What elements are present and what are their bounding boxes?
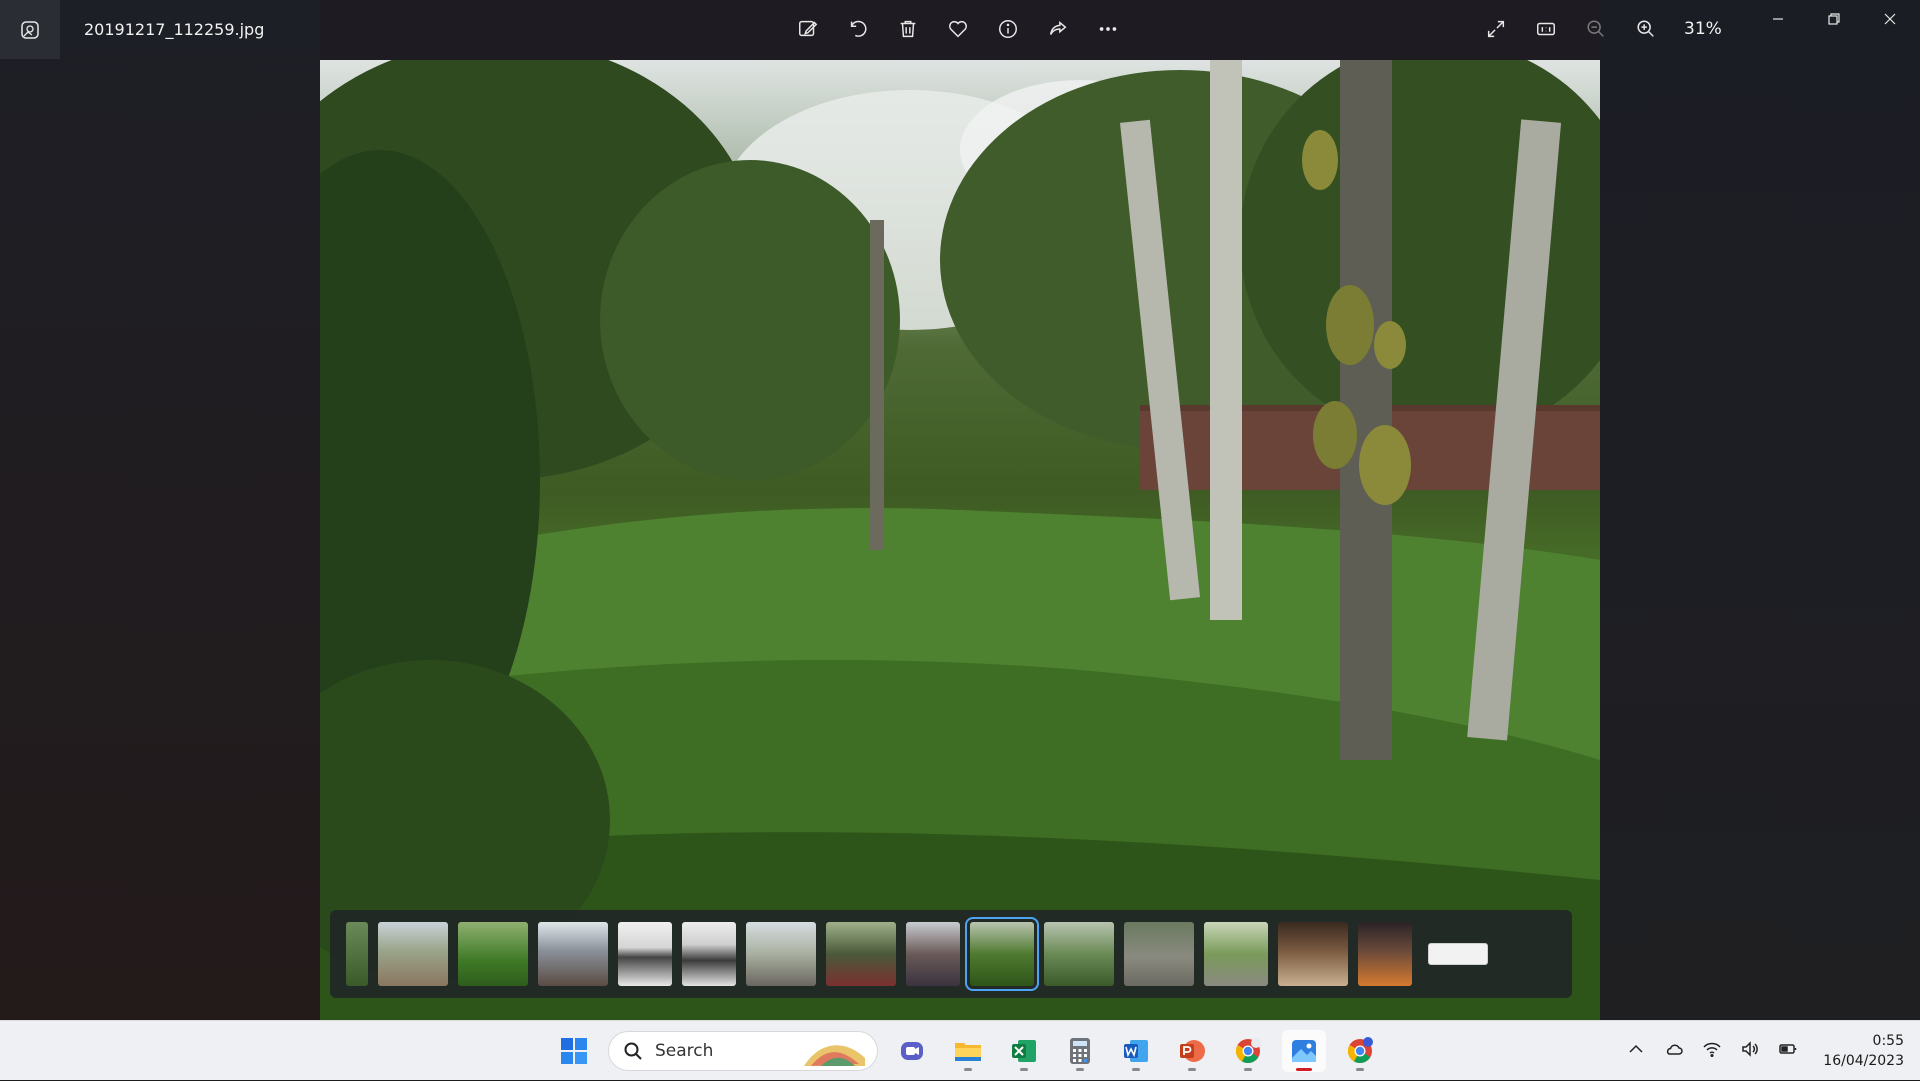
running-indicator	[1188, 1068, 1196, 1071]
viewer-toolbar	[790, 10, 1126, 48]
thumbnail[interactable]	[1124, 922, 1194, 986]
photos-app-window: 20191217_112259.jpg 31%	[0, 0, 1920, 1020]
viewer-background-left	[0, 0, 320, 1020]
fullscreen-icon[interactable]	[1478, 10, 1514, 48]
zoom-level-label[interactable]: 31%	[1684, 19, 1722, 39]
wifi-icon[interactable]	[1702, 1039, 1722, 1063]
thumbnail[interactable]	[826, 922, 896, 986]
taskbar: Search 0:55 16/04/2023	[0, 1020, 1920, 1080]
excel-icon[interactable]	[1002, 1030, 1046, 1072]
thumbnail[interactable]	[906, 922, 960, 986]
file-name-title: 20191217_112259.jpg	[84, 20, 265, 39]
title-bar: 20191217_112259.jpg 31%	[0, 0, 1920, 59]
zoom-tools: 31%	[1478, 10, 1722, 48]
system-tray	[1626, 1021, 1798, 1081]
thumbnail[interactable]	[618, 922, 672, 986]
running-indicator	[1076, 1068, 1084, 1071]
delete-icon[interactable]	[890, 10, 926, 48]
taskbar-clock[interactable]: 0:55 16/04/2023	[1800, 1031, 1904, 1071]
thumbnail[interactable]	[378, 922, 448, 986]
edit-image-icon[interactable]	[790, 10, 826, 48]
running-indicator	[1356, 1068, 1364, 1071]
chrome-profile-icon[interactable]	[1338, 1030, 1382, 1072]
minimize-icon[interactable]	[1750, 0, 1806, 38]
running-indicator	[1244, 1068, 1252, 1071]
active-app-indicator	[1296, 1068, 1312, 1071]
taskbar-center: Search	[552, 1030, 1382, 1072]
running-indicator	[964, 1068, 972, 1071]
thumbnail[interactable]	[682, 922, 736, 986]
viewer-background-right	[1600, 0, 1920, 1020]
calculator-icon[interactable]	[1058, 1030, 1102, 1072]
thumbnail[interactable]	[458, 922, 528, 986]
thumbnail[interactable]	[1358, 922, 1412, 986]
thumbnail[interactable]	[1278, 922, 1348, 986]
close-icon[interactable]	[1862, 0, 1918, 38]
chrome-icon[interactable]	[1226, 1030, 1270, 1072]
powerpoint-icon[interactable]	[1170, 1030, 1214, 1072]
zoom-in-icon[interactable]	[1628, 10, 1664, 48]
running-indicator	[1132, 1068, 1140, 1071]
actual-size-icon[interactable]	[1528, 10, 1564, 48]
taskbar-search-box[interactable]: Search	[608, 1031, 878, 1071]
restore-icon[interactable]	[1806, 0, 1862, 38]
window-controls	[1750, 0, 1918, 38]
thumbnail[interactable]	[746, 922, 816, 986]
main-photo	[320, 60, 1600, 1020]
share-icon[interactable]	[1040, 10, 1076, 48]
battery-icon[interactable]	[1778, 1039, 1798, 1063]
start-icon[interactable]	[552, 1030, 596, 1072]
thumbnail[interactable]	[346, 922, 368, 986]
photos-app-icon[interactable]	[0, 0, 60, 59]
info-icon[interactable]	[990, 10, 1026, 48]
search-icon	[624, 1042, 642, 1060]
zoom-out-icon[interactable]	[1578, 10, 1614, 48]
running-indicator	[1020, 1068, 1028, 1071]
thumbnail[interactable]	[538, 922, 608, 986]
filmstrip	[330, 910, 1572, 998]
rotate-icon[interactable]	[840, 10, 876, 48]
favorite-icon[interactable]	[940, 10, 976, 48]
show-hidden-icons-icon[interactable]	[1626, 1039, 1646, 1063]
search-highlight-image	[804, 1045, 865, 1066]
word-icon[interactable]	[1114, 1030, 1158, 1072]
search-label: Search	[655, 1041, 714, 1061]
onedrive-icon[interactable]	[1664, 1039, 1684, 1063]
thumbnail[interactable]	[1428, 943, 1488, 965]
volume-icon[interactable]	[1740, 1039, 1760, 1063]
meet-icon[interactable]	[890, 1030, 934, 1072]
photos-icon[interactable]	[1282, 1030, 1326, 1072]
clock-date: 16/04/2023	[1823, 1053, 1904, 1069]
clock-time: 0:55	[1872, 1033, 1904, 1049]
thumbnail-selected[interactable]	[965, 917, 1039, 991]
thumbnail[interactable]	[1044, 922, 1114, 986]
more-options-icon[interactable]	[1090, 10, 1126, 48]
file-explorer-icon[interactable]	[946, 1030, 990, 1072]
thumbnail[interactable]	[1204, 922, 1268, 986]
